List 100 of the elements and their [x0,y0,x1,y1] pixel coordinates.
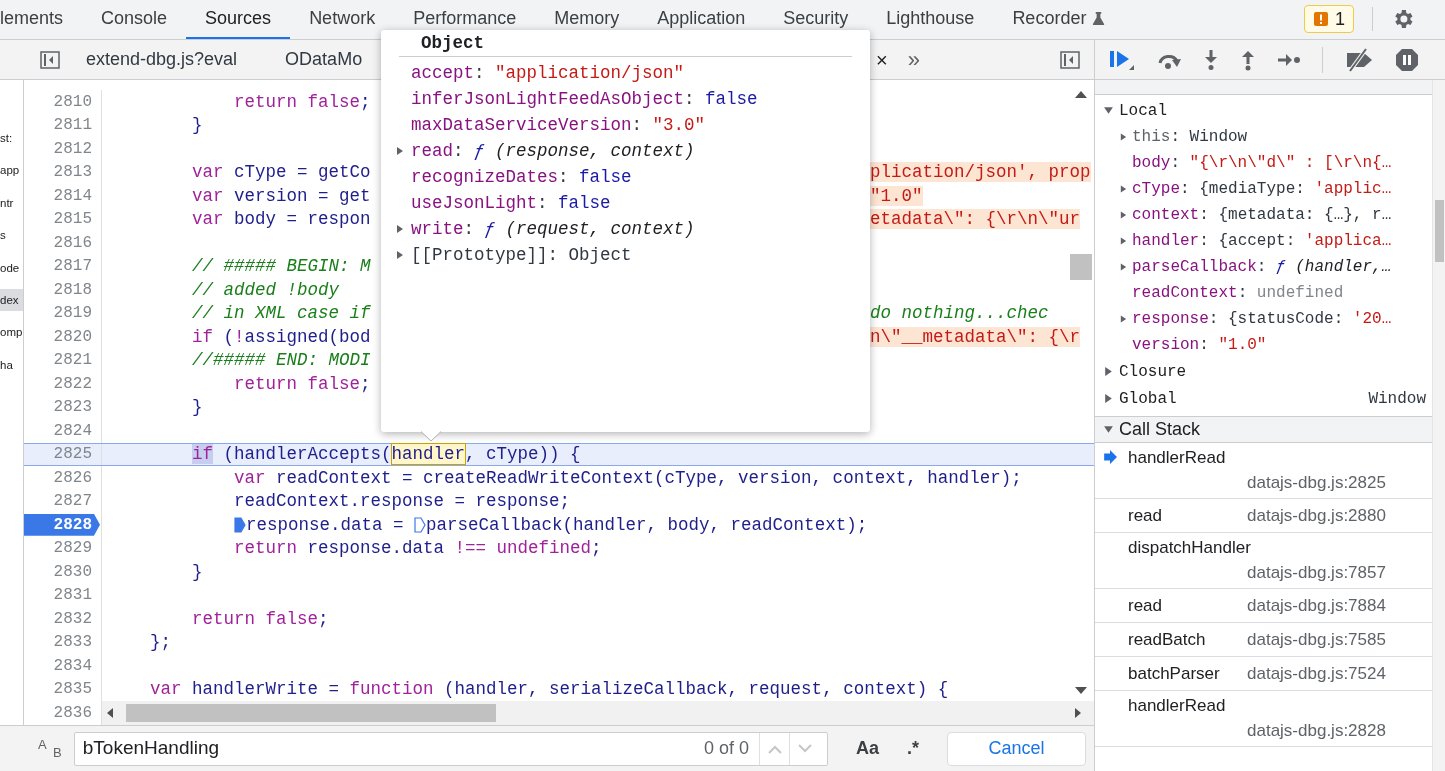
line-number[interactable]: 2828 [24,513,100,536]
line-number[interactable]: 2821 [24,349,100,372]
property-entry[interactable]: [[Prototype]]: Object [411,241,632,269]
replace-toggle[interactable]: A B [36,734,64,763]
line-number[interactable]: 2816 [24,231,100,254]
scope-variable[interactable]: body: "{\r\n\"d\" : [\r\n{… [1132,151,1392,175]
issues-badge[interactable]: 1 [1304,5,1354,33]
call-stack-frame[interactable]: readBatch datajs-dbg.js:7585 [1095,623,1432,657]
line-number[interactable]: 2819 [24,302,100,325]
file-tab[interactable]: ODataMo [277,46,371,73]
line-number[interactable]: 2812 [24,137,100,160]
call-stack-frame[interactable]: batchParser datajs-dbg.js:7524 [1095,657,1432,691]
inline-breakpoint-icon[interactable] [414,516,427,533]
sidebar-toggle-icon[interactable] [40,50,60,69]
line-number[interactable]: 2818 [24,278,100,301]
navigator-item[interactable]: ha [0,353,23,376]
scope-variable[interactable]: this: Window [1132,125,1248,149]
line-number[interactable]: 2832 [24,607,100,630]
line-number[interactable]: 2831 [24,584,100,607]
panel-toggle-icon[interactable] [1060,50,1080,69]
close-tab-button[interactable]: × [876,49,888,70]
expand-icon[interactable] [1119,132,1128,142]
property-entry[interactable]: read: ƒ (response, context) [411,137,695,165]
navigator-item[interactable]: omp [0,321,23,344]
property-entry[interactable]: inferJsonLightFeedAsObject: false [411,85,758,113]
vertical-scrollbar-thumb[interactable] [1434,200,1444,262]
expand-icon[interactable] [1103,393,1114,404]
scope-variable[interactable]: version: "1.0" [1132,333,1267,357]
regex-button[interactable]: .* [901,735,926,762]
scroll-right-icon[interactable] [1074,707,1082,718]
scroll-left-icon[interactable] [106,707,114,718]
scope-variable[interactable]: cType: {mediaType: 'applic… [1132,177,1392,201]
expand-icon[interactable] [395,146,405,156]
line-number[interactable]: 2834 [24,654,100,677]
navigator-item[interactable]: ode [0,256,23,279]
line-number[interactable]: 2827 [24,490,100,513]
call-stack-frame[interactable]: read datajs-dbg.js:7884 [1095,589,1432,623]
property-entry[interactable]: write: ƒ (request, context) [411,215,695,243]
scope-variable[interactable]: readContext: undefined [1132,281,1344,305]
navigator-item[interactable]: dex [0,288,23,311]
navigator-item[interactable]: app [0,159,23,182]
line-number[interactable]: 2820 [24,325,100,348]
line-number[interactable]: 2810 [24,90,100,113]
scope-variable[interactable]: response: {statusCode: '20… [1132,307,1392,331]
collapse-icon[interactable] [1103,105,1114,116]
step-into-icon[interactable] [1203,48,1219,71]
vertical-scrollbar-thumb[interactable] [1070,254,1092,280]
line-number[interactable]: 2829 [24,537,100,560]
scope-section-title[interactable]: Global [1119,386,1177,411]
line-number[interactable]: 2811 [24,114,100,137]
scroll-down-icon[interactable] [1075,687,1087,695]
navigator-item[interactable]: ntr [0,191,23,214]
collapse-icon[interactable] [1103,424,1114,435]
line-number[interactable]: 2833 [24,631,100,654]
line-number[interactable]: 2823 [24,396,100,419]
expand-icon[interactable] [395,224,405,234]
call-stack-frame[interactable]: read datajs-dbg.js:2880 [1095,499,1432,533]
panel-tab[interactable]: Lighthouse [867,0,994,39]
navigator-item[interactable]: st: [0,127,23,149]
inline-breakpoint-icon[interactable] [234,516,247,533]
expand-icon[interactable] [1119,262,1128,272]
more-tabs-button[interactable]: » [907,48,920,71]
expand-icon[interactable] [1119,184,1128,194]
expand-icon[interactable] [1103,366,1114,377]
scope-variable[interactable]: parseCallback: ƒ (handler,… [1132,255,1392,279]
step-out-icon[interactable] [1240,48,1256,71]
panel-tab[interactable]: lements [0,0,83,39]
navigator-item[interactable]: s [0,224,23,247]
scope-variable[interactable]: handler: {accept: 'applica… [1132,229,1392,253]
panel-tab[interactable]: Console [82,0,187,39]
property-entry[interactable]: accept: "application/json" [411,59,685,87]
panel-tab[interactable]: Network [290,0,395,39]
horizontal-scrollbar-thumb[interactable] [126,703,496,722]
scope-section-title[interactable]: Local [1119,98,1167,123]
cancel-button[interactable]: Cancel [947,731,1086,766]
panel-tab[interactable]: Recorder [993,0,1125,39]
expand-icon[interactable] [1119,210,1128,220]
scroll-up-icon[interactable] [1075,90,1087,98]
match-case-button[interactable]: Aa [850,735,886,762]
file-tab[interactable]: extend-dbg.js?eval [78,46,246,73]
line-number[interactable]: 2815 [24,208,100,231]
line-number[interactable]: 2826 [24,466,100,489]
scope-section-title[interactable]: Closure [1119,359,1187,384]
line-number[interactable]: 2813 [24,161,100,184]
line-number[interactable]: 2822 [24,372,100,395]
expand-icon[interactable] [395,250,405,260]
expand-icon[interactable] [1119,314,1128,324]
line-number[interactable]: 2814 [24,184,100,207]
deactivate-breakpoints-icon[interactable] [1344,47,1374,72]
line-number[interactable]: 2824 [24,419,100,442]
line-number[interactable]: 2830 [24,560,100,583]
property-entry[interactable]: recognizeDates: false [411,163,632,191]
scope-variable[interactable]: context: {metadata: {…}, r… [1132,203,1392,227]
line-number[interactable]: 2836 [24,701,100,724]
line-number[interactable]: 2817 [24,255,100,278]
step-icon[interactable] [1277,52,1301,67]
property-entry[interactable]: maxDataServiceVersion: "3.0" [411,111,706,139]
pause-on-exceptions-icon[interactable] [1395,47,1419,72]
line-number[interactable]: 2835 [24,678,100,701]
expand-icon[interactable] [1119,236,1128,246]
